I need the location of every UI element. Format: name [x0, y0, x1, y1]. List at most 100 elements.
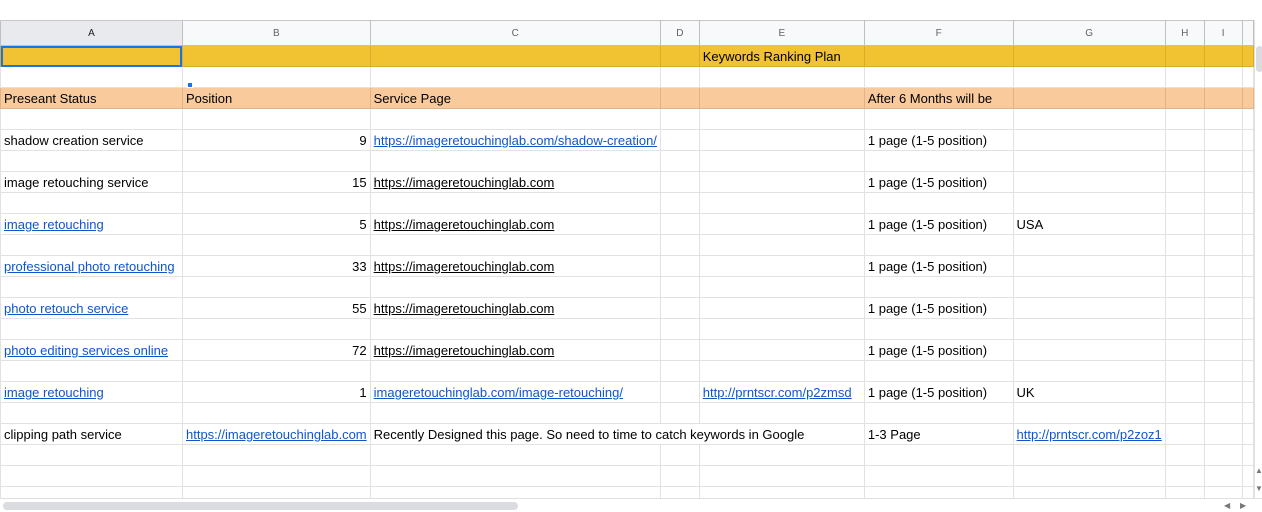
cell[interactable] — [1012, 234, 1166, 256]
cell[interactable] — [1203, 150, 1243, 172]
header-position[interactable]: Position — [181, 87, 371, 109]
cell[interactable] — [1164, 234, 1205, 256]
service-page-cell[interactable]: imageretouchinglab.com/image-retouching/ — [369, 381, 661, 403]
cell[interactable] — [1164, 297, 1205, 319]
cell[interactable] — [1203, 423, 1243, 445]
screenshot-link-cell[interactable]: http://prntscr.com/p2zmsd — [698, 381, 865, 403]
cell[interactable] — [1012, 444, 1166, 466]
cell[interactable] — [698, 402, 865, 424]
cell[interactable] — [1203, 381, 1243, 403]
cell[interactable] — [1241, 486, 1254, 498]
fill-handle[interactable] — [187, 82, 193, 88]
cell[interactable] — [698, 234, 865, 256]
cell[interactable] — [1203, 192, 1243, 214]
cell[interactable] — [0, 276, 183, 298]
column-header-C[interactable]: C — [369, 20, 661, 46]
position-cell[interactable]: 33 — [181, 255, 371, 277]
cell[interactable] — [659, 297, 700, 319]
cell[interactable] — [863, 108, 1014, 130]
cell[interactable] — [1203, 276, 1243, 298]
cell[interactable] — [181, 486, 371, 498]
cell[interactable] — [1164, 171, 1205, 193]
cell[interactable] — [659, 318, 700, 340]
cell[interactable] — [1164, 465, 1205, 487]
cell[interactable] — [659, 255, 700, 277]
cell[interactable] — [369, 402, 661, 424]
after-cell[interactable]: 1-3 Page — [863, 423, 1014, 445]
horizontal-scroll-thumb[interactable] — [3, 502, 518, 510]
service-page-cell[interactable]: https://imageretouchinglab.com — [369, 297, 661, 319]
keyword-cell[interactable]: image retouching — [0, 213, 183, 235]
screenshot-link-cell[interactable] — [698, 297, 865, 319]
screenshot-link-cell-link[interactable]: http://prntscr.com/p2zoz1 — [1017, 427, 1162, 442]
cell[interactable] — [698, 276, 865, 298]
country-cell[interactable] — [1012, 255, 1166, 277]
cell[interactable] — [659, 171, 700, 193]
service-page-cell[interactable]: https://imageretouchinglab.com — [181, 423, 371, 445]
scroll-left-icon[interactable]: ◀ — [1224, 501, 1230, 510]
cell[interactable] — [1164, 381, 1205, 403]
cell[interactable] — [1164, 402, 1205, 424]
keyword-cell[interactable]: photo editing services online — [0, 339, 183, 361]
cell[interactable] — [0, 192, 183, 214]
keyword-cell-link[interactable]: photo editing services online — [4, 343, 168, 358]
header-after[interactable]: After 6 Months will be — [863, 87, 1014, 109]
cell[interactable] — [1164, 45, 1205, 67]
cell[interactable] — [863, 234, 1014, 256]
cell[interactable] — [659, 192, 700, 214]
cell[interactable] — [1241, 171, 1254, 193]
cell[interactable] — [1164, 423, 1205, 445]
country-cell[interactable] — [1012, 129, 1166, 151]
cell[interactable] — [369, 45, 661, 67]
keyword-cell-link[interactable]: professional photo retouching — [4, 259, 175, 274]
cell[interactable] — [659, 339, 700, 361]
service-page-cell[interactable]: https://imageretouchinglab.com/shadow-cr… — [369, 129, 661, 151]
cell[interactable] — [1012, 108, 1166, 130]
cell[interactable] — [0, 318, 183, 340]
country-cell[interactable] — [1012, 339, 1166, 361]
service-page-cell[interactable]: https://imageretouchinglab.com — [369, 213, 661, 235]
cell[interactable] — [1012, 150, 1166, 172]
cell[interactable] — [863, 45, 1014, 67]
after-cell[interactable]: 1 page (1-5 position) — [863, 213, 1014, 235]
screenshot-link-cell[interactable] — [698, 213, 865, 235]
cell[interactable] — [1203, 444, 1243, 466]
cell[interactable] — [0, 108, 183, 130]
cell-A1[interactable] — [0, 45, 183, 67]
cell[interactable] — [659, 213, 700, 235]
vertical-scrollbar[interactable]: ▲ ▼ — [1254, 20, 1262, 498]
cell[interactable] — [1203, 402, 1243, 424]
cell[interactable] — [1164, 339, 1205, 361]
cell[interactable] — [181, 234, 371, 256]
cell[interactable] — [698, 192, 865, 214]
service-page-cell-link[interactable]: https://imageretouchinglab.com — [374, 343, 555, 358]
position-cell[interactable]: 15 — [181, 171, 371, 193]
cell[interactable] — [0, 234, 183, 256]
cell[interactable] — [181, 45, 371, 67]
cell[interactable] — [369, 108, 661, 130]
position-cell[interactable]: 9 — [181, 129, 371, 151]
screenshot-link-cell[interactable]: http://prntscr.com/p2zoz1 — [1012, 423, 1166, 445]
cell[interactable] — [369, 276, 661, 298]
cell[interactable] — [0, 150, 183, 172]
cell[interactable] — [1164, 318, 1205, 340]
cell[interactable] — [1164, 255, 1205, 277]
cell[interactable] — [863, 192, 1014, 214]
cell[interactable] — [1164, 444, 1205, 466]
horizontal-scrollbar[interactable]: ◀ ▶ — [0, 498, 1262, 512]
cell[interactable] — [1203, 129, 1243, 151]
service-page-cell-link[interactable]: https://imageretouchinglab.com — [374, 175, 555, 190]
cell[interactable] — [1164, 276, 1205, 298]
cell[interactable] — [181, 444, 371, 466]
cell[interactable] — [863, 444, 1014, 466]
cell[interactable] — [1203, 108, 1243, 130]
cell[interactable] — [1241, 297, 1254, 319]
keyword-cell-link[interactable]: photo retouch service — [4, 301, 128, 316]
service-page-cell[interactable]: https://imageretouchinglab.com — [369, 339, 661, 361]
cell[interactable] — [698, 486, 865, 498]
position-cell[interactable]: 1 — [181, 381, 371, 403]
cell[interactable] — [1203, 45, 1243, 67]
after-cell[interactable]: 1 page (1-5 position) — [863, 339, 1014, 361]
after-cell[interactable]: 1 page (1-5 position) — [863, 255, 1014, 277]
cell[interactable] — [863, 486, 1014, 498]
